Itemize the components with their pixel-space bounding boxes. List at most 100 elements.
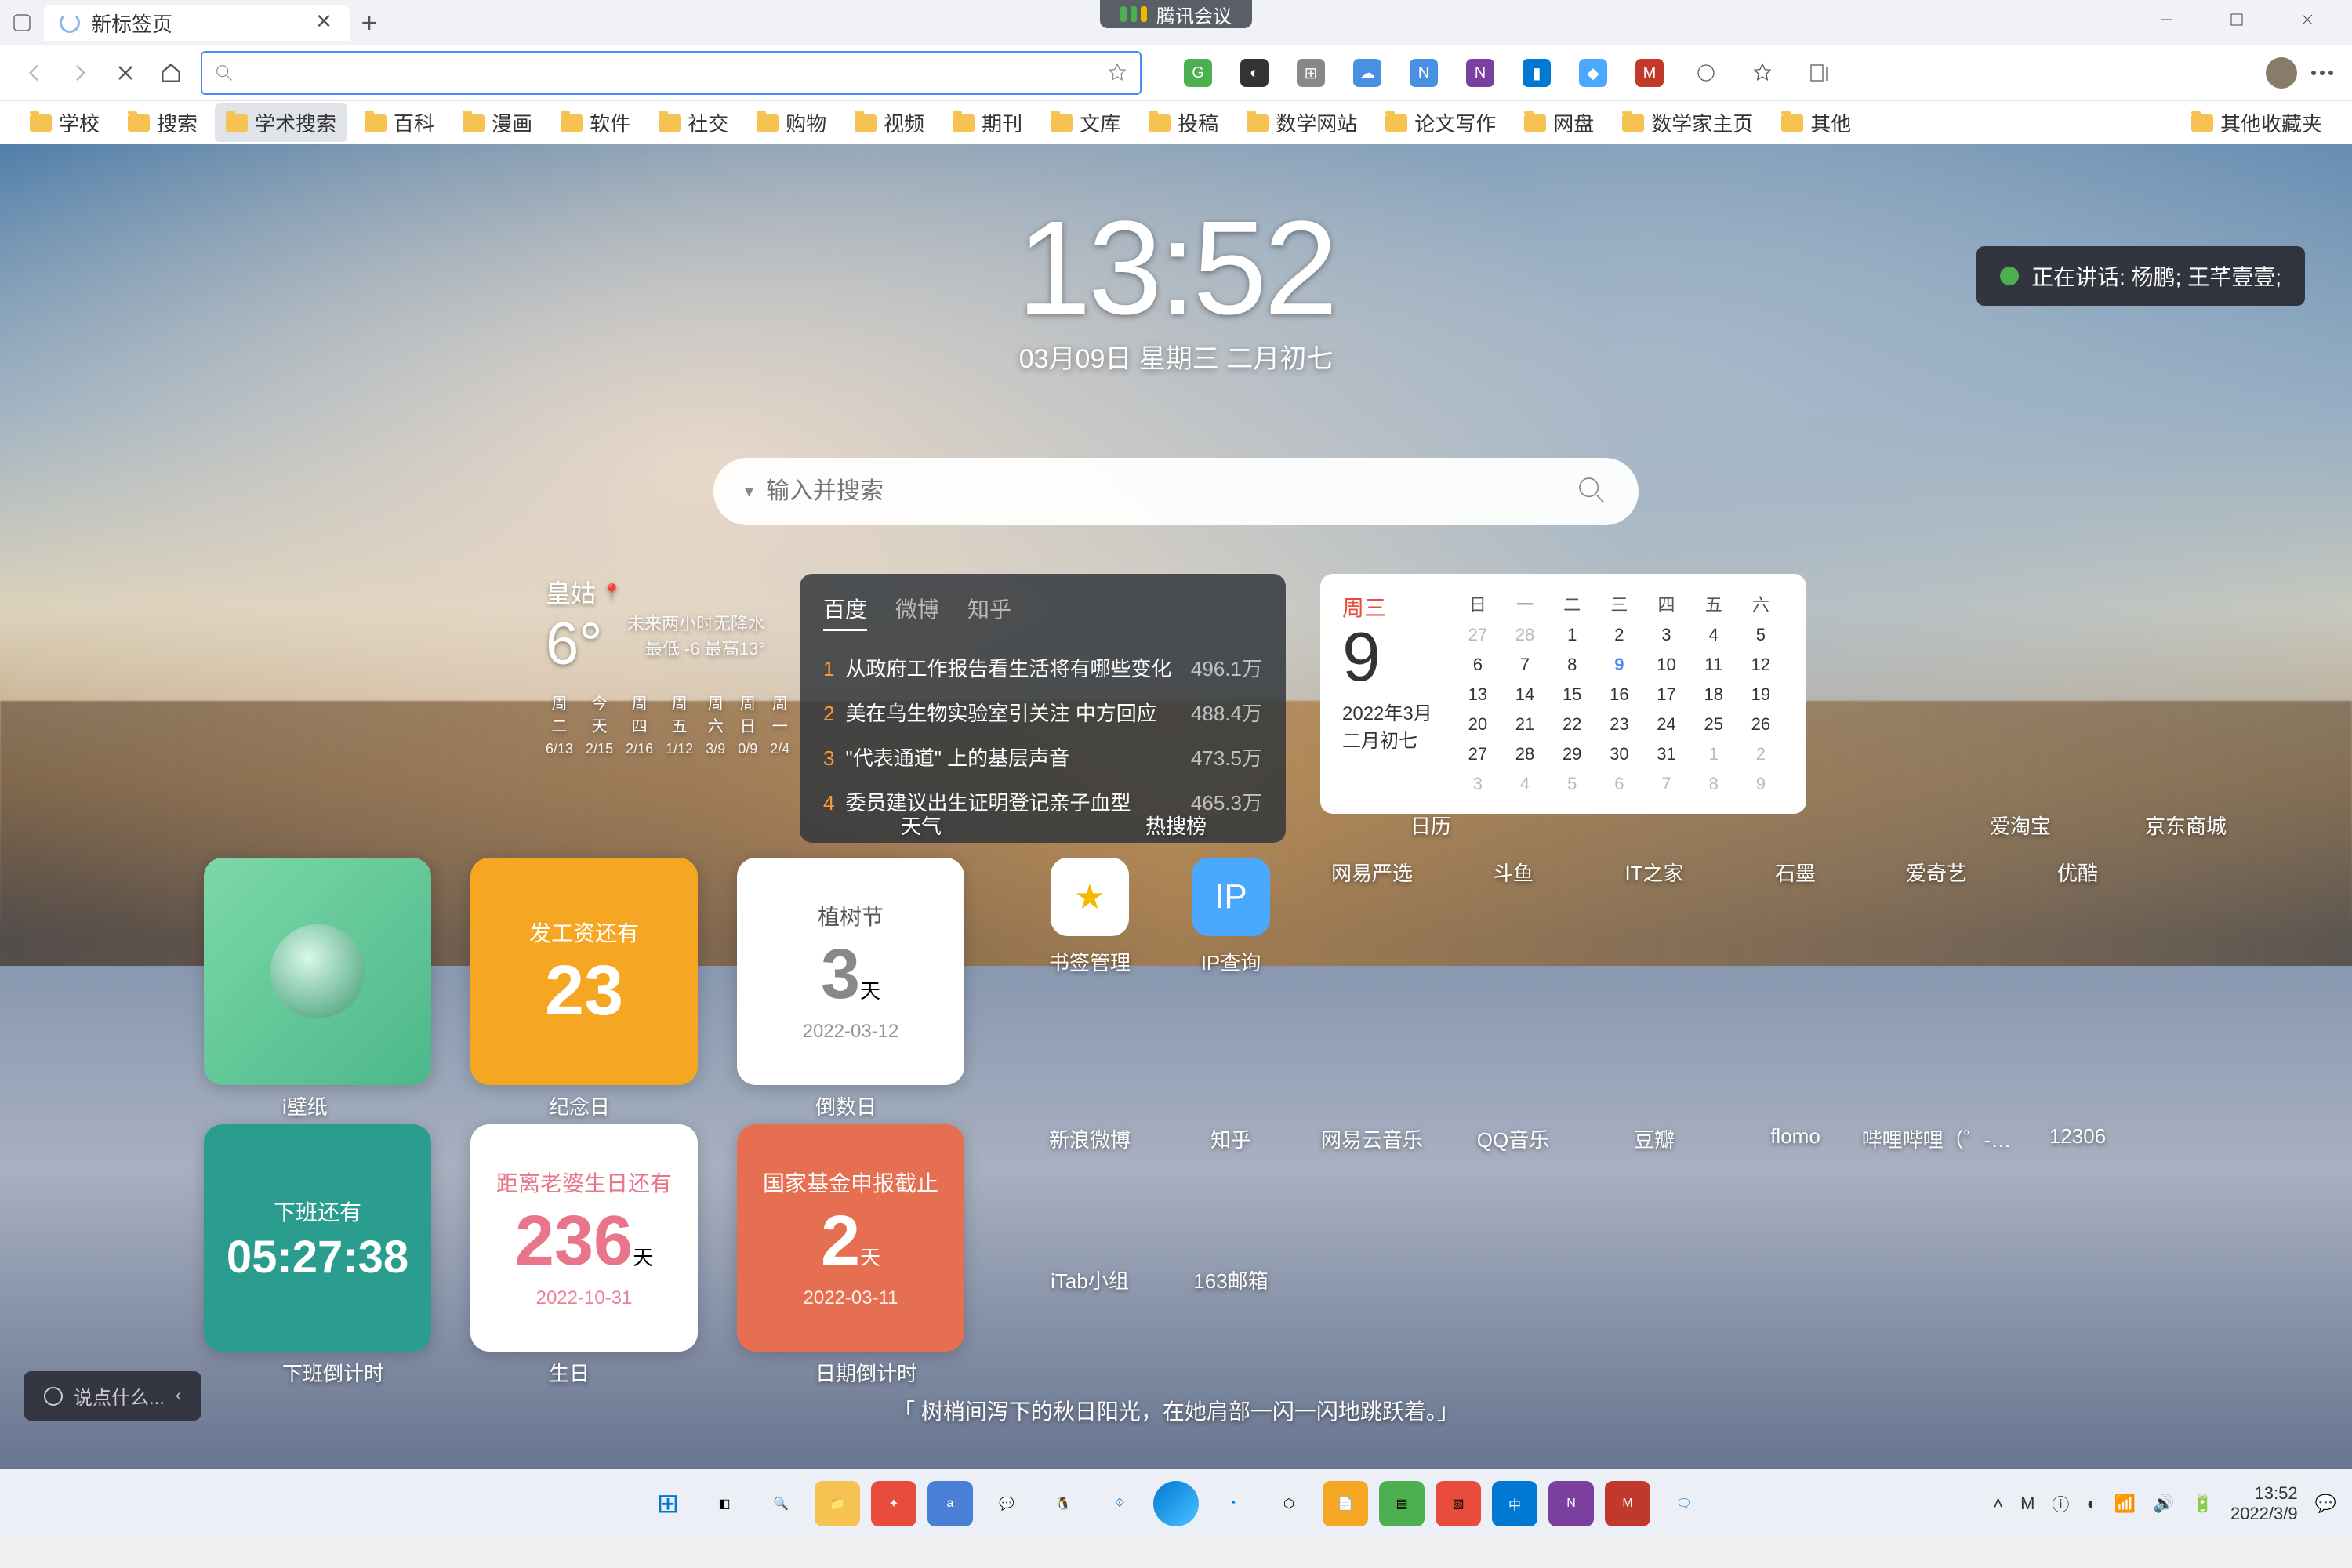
search-button[interactable]: 🔍: [758, 1481, 804, 1526]
app-shortcut[interactable]: QQ音乐: [1443, 1124, 1584, 1153]
taskbar-app-icon[interactable]: 中: [1492, 1481, 1537, 1526]
weather-widget[interactable]: 皇姑📍 6° 未来两小时无降水 最低 -6 最高13° 周二6/13今天2/15…: [546, 574, 765, 757]
extension-icon[interactable]: ☁: [1353, 59, 1381, 87]
extension-settings-icon[interactable]: [1692, 59, 1720, 87]
taskbar-clock[interactable]: 13:52 2022/3/9: [2230, 1483, 2298, 1525]
taskbar-app-icon[interactable]: 📁: [815, 1481, 860, 1526]
favorite-icon[interactable]: [1105, 61, 1129, 85]
bookmark-folder[interactable]: 百科: [354, 103, 445, 142]
new-tab-button[interactable]: +: [350, 6, 389, 39]
favorites-icon[interactable]: [1748, 59, 1777, 87]
taskbar-edge-icon[interactable]: [1153, 1481, 1199, 1526]
bookmark-folder[interactable]: 视频: [844, 103, 935, 142]
taskbar-app-icon[interactable]: 🗨: [1661, 1481, 1707, 1526]
search-icon[interactable]: [1576, 474, 1607, 510]
extension-grammarly-icon[interactable]: G: [1184, 59, 1212, 87]
bookmark-folder[interactable]: 网盘: [1513, 103, 1605, 142]
hot-tab-zhihu[interactable]: 知乎: [967, 593, 1011, 631]
app-shortcut[interactable]: 哔哩哔哩（゜-…: [1866, 1124, 2007, 1153]
extension-onenote-icon[interactable]: N: [1466, 59, 1494, 87]
speaking-indicator[interactable]: 正在讲话: 杨鹏; 王芊壹壹;: [1976, 246, 2305, 306]
forward-button[interactable]: [64, 57, 96, 89]
maximize-button[interactable]: [2201, 0, 2272, 39]
hot-tab-baidu[interactable]: 百度: [823, 593, 867, 631]
card-widget[interactable]: 发工资还有23: [470, 858, 698, 1085]
hot-tab-weibo[interactable]: 微博: [895, 593, 939, 631]
bookmark-folder[interactable]: 购物: [746, 103, 837, 142]
other-bookmarks-folder[interactable]: 其他收藏夹: [2180, 103, 2333, 142]
extension-icon[interactable]: ◆: [1579, 59, 1607, 87]
bookmark-folder[interactable]: 论文写作: [1374, 103, 1507, 142]
extension-new-icon[interactable]: N: [1410, 59, 1438, 87]
tray-network-icon[interactable]: 📶: [2114, 1494, 2136, 1514]
taskbar-app-icon[interactable]: ⬡: [1266, 1481, 1312, 1526]
profile-avatar[interactable]: [2266, 57, 2297, 89]
back-button[interactable]: [19, 57, 50, 89]
bookmark-folder[interactable]: 数学家主页: [1611, 103, 1764, 142]
tab-actions-button[interactable]: [0, 0, 44, 45]
taskbar-app-icon[interactable]: ◔: [1210, 1481, 1255, 1526]
app-shortcut[interactable]: 知乎: [1160, 1124, 1301, 1153]
card-widget[interactable]: 距离老婆生日还有236天2022-10-31: [470, 1124, 698, 1352]
bookmark-folder[interactable]: 软件: [550, 103, 641, 142]
app-shortcut[interactable]: 优酷: [2007, 858, 2148, 976]
app-shortcut[interactable]: IT之家: [1584, 858, 1725, 976]
app-shortcut[interactable]: iTab小组: [1019, 1265, 1160, 1294]
hot-item[interactable]: 1从政府工作报告看生活将有哪些变化496.1万: [823, 645, 1262, 690]
browser-tab[interactable]: 新标签页 ✕: [44, 5, 350, 41]
meeting-indicator[interactable]: 腾讯会议: [1100, 0, 1252, 28]
feedback-box[interactable]: 说点什么... ‹: [24, 1371, 201, 1421]
app-shortcut[interactable]: 豆瓣: [1584, 1124, 1725, 1153]
tray-ime-icon[interactable]: M: [2020, 1494, 2034, 1514]
extension-icon[interactable]: ▮: [1523, 59, 1551, 87]
bookmark-folder[interactable]: 其他: [1770, 103, 1862, 142]
hot-item[interactable]: 2美在乌生物实验室引关注 中方回应488.4万: [823, 690, 1262, 735]
taskbar-app-icon[interactable]: ▧: [1436, 1481, 1481, 1526]
collections-icon[interactable]: [1805, 59, 1833, 87]
taskbar-wechat-icon[interactable]: 💬: [984, 1481, 1029, 1526]
main-search-box[interactable]: ▾: [713, 458, 1639, 525]
extension-mendeley-icon[interactable]: M: [1635, 59, 1664, 87]
url-input[interactable]: [246, 61, 1094, 85]
taskbar-app-icon[interactable]: ✦: [871, 1481, 916, 1526]
extension-icon[interactable]: ⊞: [1297, 59, 1325, 87]
address-bar[interactable]: [201, 51, 1142, 95]
app-shortcut[interactable]: ★书签管理: [1019, 858, 1160, 976]
home-button[interactable]: [155, 57, 187, 89]
tray-icon[interactable]: ⓘ: [2052, 1491, 2069, 1516]
calendar-widget[interactable]: 周三 9 2022年3月 二月初七 日一二三四五六 27281234567891…: [1320, 574, 1806, 814]
card-widget[interactable]: 植树节3天2022-03-12: [737, 858, 964, 1085]
taskbar-vscode-icon[interactable]: ⟐: [1097, 1481, 1142, 1526]
app-shortcut[interactable]: 网易严选: [1301, 858, 1443, 976]
hot-search-widget[interactable]: 百度 微博 知乎 1从政府工作报告看生活将有哪些变化496.1万2美在乌生物实验…: [800, 574, 1286, 843]
taskbar-app-icon[interactable]: N: [1548, 1481, 1594, 1526]
taskbar-app-icon[interactable]: M: [1605, 1481, 1650, 1526]
app-shortcut[interactable]: flomo: [1725, 1124, 1866, 1153]
hot-item[interactable]: 3"代表通道" 上的基层声音473.5万: [823, 735, 1262, 779]
app-shortcut[interactable]: 新浪微博: [1019, 1124, 1160, 1153]
tray-notification-icon[interactable]: 💬: [2315, 1494, 2336, 1514]
search-engine-selector[interactable]: ▾: [745, 481, 753, 502]
close-tab-button[interactable]: ✕: [314, 13, 334, 33]
extension-icon[interactable]: ◐: [1240, 59, 1269, 87]
bookmark-folder[interactable]: 社交: [648, 103, 739, 142]
taskbar-qq-icon[interactable]: 🐧: [1040, 1481, 1086, 1526]
tray-volume-icon[interactable]: 🔊: [2153, 1494, 2174, 1514]
bookmark-folder[interactable]: 数学网站: [1236, 103, 1368, 142]
bookmark-folder[interactable]: 学术搜索: [215, 103, 347, 142]
taskbar-app-icon[interactable]: a: [927, 1481, 973, 1526]
tray-chevron-icon[interactable]: ˄: [1993, 1494, 2003, 1514]
card-widget[interactable]: 国家基金申报截止2天2022-03-11: [737, 1124, 964, 1352]
app-shortcut[interactable]: 12306: [2007, 1124, 2148, 1153]
card-widget[interactable]: 下班还有05:27:38: [204, 1124, 431, 1352]
menu-button[interactable]: [2311, 71, 2333, 75]
app-shortcut[interactable]: 斗鱼: [1443, 858, 1584, 976]
search-input[interactable]: [766, 478, 1576, 505]
bookmark-folder[interactable]: 搜索: [117, 103, 209, 142]
tray-icon[interactable]: ◐: [2086, 1494, 2096, 1514]
taskbar-app-icon[interactable]: 📄: [1323, 1481, 1368, 1526]
tray-battery-icon[interactable]: 🔋: [2192, 1494, 2213, 1514]
task-view-button[interactable]: ◧: [702, 1481, 747, 1526]
app-shortcut[interactable]: 石墨: [1725, 858, 1866, 976]
app-shortcut[interactable]: 爱奇艺: [1866, 858, 2007, 976]
